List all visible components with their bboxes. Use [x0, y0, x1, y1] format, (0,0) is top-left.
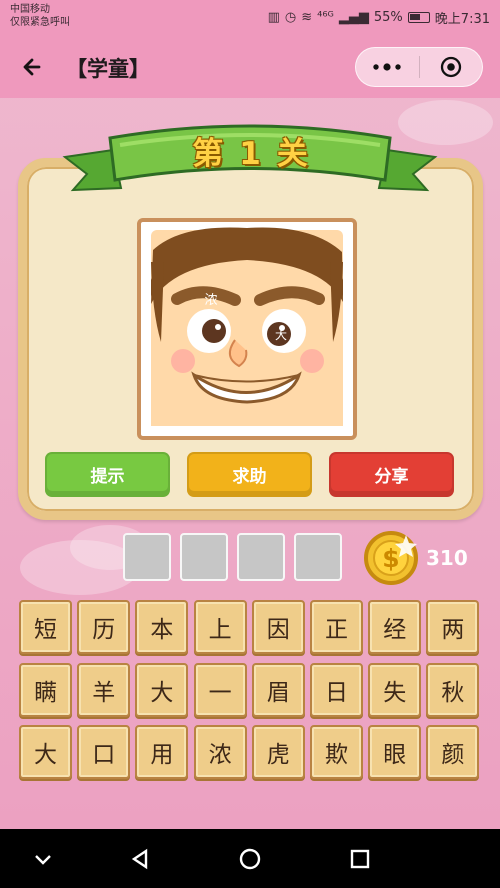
- battery-icon: [407, 12, 430, 23]
- share-button[interactable]: 分享: [329, 452, 454, 497]
- recent-apps-square-icon[interactable]: [348, 847, 372, 871]
- character-tile[interactable]: 颜: [426, 725, 480, 779]
- character-tile[interactable]: 一: [193, 662, 247, 717]
- answer-slot[interactable]: [294, 533, 342, 581]
- face-illustration: [151, 227, 343, 426]
- carrier-name: 中国移动: [10, 4, 50, 15]
- level-title: 第1关: [152, 128, 348, 173]
- character-tile[interactable]: 失: [368, 662, 422, 717]
- status-bar: 中国移动 仅限紧急呼叫 ▥ ◷ ≋ ⁴⁶ᴳ ▂▄▆ 55% 晚上7:31: [0, 0, 500, 36]
- character-tile[interactable]: 眼: [368, 725, 422, 779]
- target-close-icon: [440, 56, 461, 78]
- battery-percent: 55%: [373, 10, 403, 25]
- answer-slot[interactable]: [180, 533, 228, 581]
- mini-program-capsule: [355, 47, 483, 87]
- character-tile[interactable]: 虎: [251, 725, 305, 779]
- chevron-down-icon[interactable]: [31, 847, 55, 871]
- character-tile[interactable]: 羊: [77, 662, 131, 717]
- character-tile[interactable]: 秋: [426, 662, 480, 717]
- carrier-info: 中国移动 仅限紧急呼叫: [10, 3, 70, 29]
- character-tile[interactable]: 欺: [310, 725, 363, 779]
- character-tile[interactable]: 瞒: [19, 662, 72, 717]
- help-button[interactable]: 求助: [187, 452, 312, 497]
- system-status: ▥ ◷ ≋ ⁴⁶ᴳ ▂▄▆ 55% 晚上7:31: [268, 8, 490, 27]
- answer-slot[interactable]: [123, 533, 171, 581]
- wifi-icon: ≋: [301, 10, 313, 25]
- coin-count: 310: [426, 546, 468, 570]
- character-tile[interactable]: 本: [135, 600, 189, 654]
- page-title: 【学童】: [66, 57, 150, 81]
- close-button[interactable]: [419, 48, 482, 86]
- character-tile[interactable]: 口: [77, 725, 131, 779]
- puzzle-picture-frame: 浓 大: [137, 218, 357, 440]
- hint-button[interactable]: 提示: [45, 452, 170, 497]
- character-tile[interactable]: 大: [19, 725, 72, 779]
- more-dots-icon: [373, 63, 401, 71]
- back-arrow-icon[interactable]: [18, 52, 48, 82]
- level-prefix: 第: [192, 136, 224, 172]
- network-type: ⁴⁶ᴳ: [317, 10, 334, 25]
- home-circle-icon[interactable]: [238, 847, 262, 871]
- clock: 晚上7:31: [434, 12, 490, 27]
- vibrate-icon: ▥: [267, 10, 280, 25]
- character-tile[interactable]: 历: [77, 600, 131, 654]
- signal-icon: ▂▄▆: [338, 10, 369, 25]
- alarm-icon: ◷: [284, 10, 297, 25]
- character-tile[interactable]: 因: [251, 600, 305, 654]
- navigation-bar: 【学童】: [0, 36, 500, 98]
- character-tile[interactable]: 经: [368, 600, 422, 654]
- level-number: 1: [239, 136, 261, 172]
- svg-text:$: $: [382, 544, 399, 573]
- character-tile[interactable]: 浓: [193, 725, 247, 779]
- character-tile[interactable]: 两: [426, 600, 480, 654]
- character-tile[interactable]: 日: [310, 662, 363, 717]
- character-tile[interactable]: 正: [310, 600, 363, 654]
- character-tile[interactable]: 上: [193, 600, 247, 654]
- more-button[interactable]: [356, 48, 419, 86]
- answer-slot[interactable]: [237, 533, 285, 581]
- character-tile[interactable]: 眉: [251, 662, 305, 717]
- carrier-emergency: 仅限紧急呼叫: [10, 17, 70, 28]
- character-tile[interactable]: 大: [135, 662, 189, 717]
- level-suffix: 关: [276, 136, 308, 172]
- eyebrow-character: 浓: [204, 293, 218, 308]
- coin-icon[interactable]: $: [361, 527, 421, 587]
- eye-character: 大: [274, 328, 287, 342]
- android-navigation-bar: [0, 829, 500, 888]
- back-triangle-icon[interactable]: [128, 847, 152, 871]
- character-tile[interactable]: 用: [135, 725, 189, 779]
- character-tile[interactable]: 短: [19, 600, 72, 654]
